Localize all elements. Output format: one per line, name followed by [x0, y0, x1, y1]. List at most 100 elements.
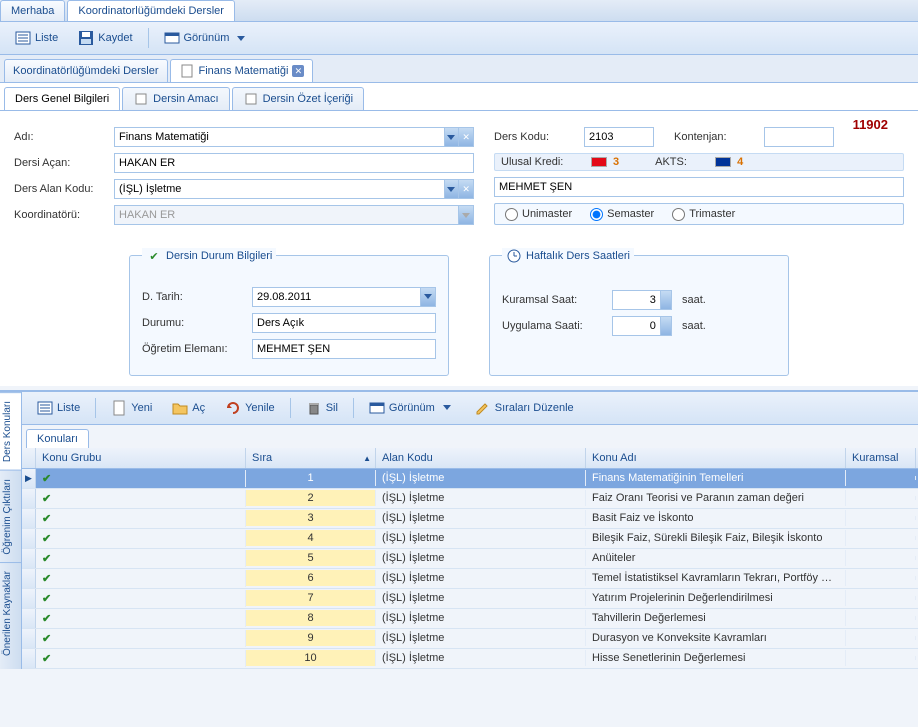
- kaydet-button[interactable]: Kaydet: [69, 26, 141, 50]
- tab-dersin-ozet-icerigi[interactable]: Dersin Özet İçeriği: [232, 87, 364, 110]
- durumu-field[interactable]: [252, 313, 436, 333]
- liste-button[interactable]: Liste: [6, 26, 67, 50]
- col-konu-adi[interactable]: Konu Adı: [586, 448, 846, 468]
- cell-sira: 4: [246, 530, 376, 546]
- kuramsal-field[interactable]: [612, 290, 672, 310]
- kontenjan-input[interactable]: [765, 131, 833, 143]
- table-row[interactable]: ✔9(İŞL) İşletmeDurasyon ve Konveksite Ka…: [22, 629, 918, 649]
- liste-button[interactable]: Liste: [28, 396, 89, 420]
- cell-alan-kodu: (İŞL) İşletme: [376, 550, 586, 566]
- ders-alan-kodu-field[interactable]: ✕: [114, 179, 474, 199]
- ders-kodu-input[interactable]: [585, 131, 653, 143]
- cell-kuramsal: [846, 636, 916, 640]
- dersin-durum-title: ✔ Dersin Durum Bilgileri: [142, 248, 276, 264]
- tab-koordinator-dersler[interactable]: Koordinatorlüğümdeki Dersler: [67, 0, 235, 21]
- clear-icon[interactable]: ✕: [458, 180, 473, 198]
- table-row[interactable]: ▶✔1(İŞL) İşletmeFinans Matematiğinin Tem…: [22, 469, 918, 489]
- adi-input[interactable]: [115, 131, 444, 143]
- kontenjan-field[interactable]: [764, 127, 834, 147]
- ac-button[interactable]: Aç: [163, 396, 214, 420]
- cell-kuramsal: [846, 656, 916, 660]
- side-tab-ders-konulari[interactable]: Ders Konuları: [0, 392, 21, 470]
- row-indicator: [22, 529, 36, 548]
- table-row[interactable]: ✔7(İŞL) İşletmeYatırım Projelerinin Değe…: [22, 589, 918, 609]
- cell-konu-grubu: ✔: [36, 530, 246, 547]
- danisman-field[interactable]: [494, 177, 904, 197]
- row-indicator: [22, 629, 36, 648]
- dropdown-icon[interactable]: [444, 180, 459, 198]
- gorunum-button[interactable]: Görünüm: [155, 26, 259, 50]
- tab-dersin-amaci[interactable]: Dersin Amacı: [122, 87, 229, 110]
- table-row[interactable]: ✔8(İŞL) İşletmeTahvillerin Değerlemesi: [22, 609, 918, 629]
- cell-kuramsal: [846, 596, 916, 600]
- subtab-koordinator-dersler[interactable]: Koordinatörlüğümdeki Dersler: [4, 59, 168, 82]
- row-indicator: [22, 589, 36, 608]
- uygulama-field[interactable]: [612, 316, 672, 336]
- table-row[interactable]: ✔2(İŞL) İşletmeFaiz Oranı Teorisi ve Par…: [22, 489, 918, 509]
- document-icon: [243, 91, 259, 107]
- adi-field[interactable]: ✕: [114, 127, 474, 147]
- close-icon[interactable]: ✕: [292, 65, 304, 77]
- clear-icon[interactable]: ✕: [458, 128, 473, 146]
- tr-flag-icon: [591, 157, 607, 167]
- spinner-icon[interactable]: [660, 291, 671, 309]
- ogretim-field[interactable]: [252, 339, 436, 359]
- radio-trimaster[interactable]: Trimaster: [672, 208, 735, 221]
- sil-button[interactable]: Sil: [297, 396, 347, 420]
- dersi-acan-input[interactable]: [115, 157, 473, 169]
- ogretim-input[interactable]: [253, 343, 435, 355]
- col-sira[interactable]: Sıra▲: [246, 448, 376, 468]
- grid-body: ▶✔1(İŞL) İşletmeFinans Matematiğinin Tem…: [22, 469, 918, 669]
- col-kuramsal[interactable]: Kuramsal: [846, 448, 916, 468]
- table-row[interactable]: ✔10(İŞL) İşletmeHisse Senetlerinin Değer…: [22, 649, 918, 669]
- save-icon: [78, 30, 94, 46]
- siralari-duzenle-button[interactable]: Sıraları Düzenle: [466, 396, 583, 420]
- view-icon: [164, 30, 180, 46]
- row-indicator: [22, 549, 36, 568]
- chevron-down-icon: [439, 400, 455, 416]
- cell-alan-kodu: (İŞL) İşletme: [376, 490, 586, 506]
- table-row[interactable]: ✔3(İŞL) İşletmeBasit Faiz ve İskonto: [22, 509, 918, 529]
- gorunum-button[interactable]: Görünüm: [360, 396, 464, 420]
- subtab-finans-matematigi[interactable]: Finans Matematiği ✕: [170, 59, 314, 82]
- cell-alan-kodu: (İŞL) İşletme: [376, 530, 586, 546]
- ders-alan-kodu-input[interactable]: [115, 183, 444, 195]
- row-indicator: [22, 609, 36, 628]
- yenile-button[interactable]: Yenile: [216, 396, 284, 420]
- tab-merhaba[interactable]: Merhaba: [0, 0, 65, 21]
- tab-konulari[interactable]: Konuları: [26, 429, 89, 448]
- side-tab-ogrenim-ciktilari[interactable]: Öğrenim Çıktıları: [0, 470, 21, 563]
- radio-unimaster[interactable]: Unimaster: [505, 208, 572, 221]
- dtarih-input[interactable]: [253, 291, 420, 303]
- yeni-button[interactable]: Yeni: [102, 396, 161, 420]
- delete-icon: [306, 400, 322, 416]
- col-alan-kodu[interactable]: Alan Kodu: [376, 448, 586, 468]
- table-row[interactable]: ✔5(İŞL) İşletmeAnüiteler: [22, 549, 918, 569]
- cell-alan-kodu: (İŞL) İşletme: [376, 590, 586, 606]
- cell-konu-adi: Yatırım Projelerinin Değerlendirilmesi: [586, 590, 846, 606]
- uygulama-input[interactable]: [613, 320, 660, 332]
- side-tabs: Ders Konuları Öğrenim Çıktıları Önerilen…: [0, 392, 22, 669]
- cell-konu-adi: Anüiteler: [586, 550, 846, 566]
- danisman-input[interactable]: [495, 181, 903, 193]
- cell-konu-adi: Finans Matematiğinin Temelleri: [586, 470, 846, 486]
- spinner-icon[interactable]: [660, 317, 671, 335]
- table-row[interactable]: ✔6(İŞL) İşletmeTemel İstatistiksel Kavra…: [22, 569, 918, 589]
- durumu-input[interactable]: [253, 317, 435, 329]
- kuramsal-input[interactable]: [613, 294, 660, 306]
- table-row[interactable]: ✔4(İŞL) İşletmeBileşik Faiz, Sürekli Bil…: [22, 529, 918, 549]
- ders-kodu-field[interactable]: [584, 127, 654, 147]
- dersi-acan-field[interactable]: [114, 153, 474, 173]
- dropdown-icon[interactable]: [444, 128, 459, 146]
- col-konu-grubu[interactable]: Konu Grubu: [36, 448, 246, 468]
- dtarih-field[interactable]: [252, 287, 436, 307]
- akts-value: 4: [737, 156, 743, 168]
- cell-konu-grubu: ✔: [36, 510, 246, 527]
- calendar-icon[interactable]: [420, 288, 435, 306]
- toolbar-separator: [148, 28, 149, 48]
- radio-semaster[interactable]: Semaster: [590, 208, 654, 221]
- cell-konu-grubu: ✔: [36, 630, 246, 647]
- tab-ders-genel-bilgileri[interactable]: Ders Genel Bilgileri: [4, 87, 120, 110]
- side-tab-onerilen-kaynaklar[interactable]: Önerilen Kaynaklar: [0, 562, 21, 664]
- kontenjan-label: Kontenjan:: [674, 131, 764, 143]
